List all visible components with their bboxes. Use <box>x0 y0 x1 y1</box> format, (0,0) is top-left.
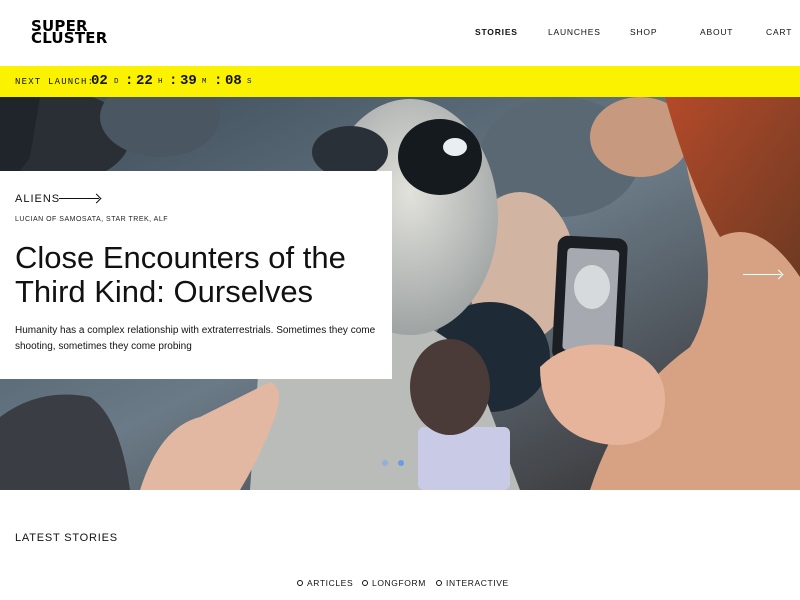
filter-label: INTERACTIVE <box>446 578 509 588</box>
filter-label: LONGFORM <box>372 578 426 588</box>
story-tags: LUCIAN OF SAMOSATA, STAR TREK, ALF <box>15 216 169 223</box>
arrow-right-icon <box>59 198 99 199</box>
countdown-days-unit: D <box>114 78 119 86</box>
countdown-separator: : <box>125 73 134 89</box>
countdown-hours-unit: H <box>158 78 163 86</box>
nav-stories[interactable]: STORIES <box>475 27 518 37</box>
countdown-separator: : <box>214 73 223 89</box>
nav-shop[interactable]: SHOP <box>630 27 657 37</box>
hero-story-card[interactable]: ALIENS LUCIAN OF SAMOSATA, STAR TREK, AL… <box>0 171 392 379</box>
countdown-days: 02 <box>91 73 108 89</box>
countdown-seconds: 08 <box>225 73 242 89</box>
countdown-seconds-unit: S <box>247 78 252 86</box>
countdown-hours: 22 <box>136 73 153 89</box>
logo-line-2: CLUSTER <box>31 29 108 47</box>
filter-longform[interactable]: LONGFORM <box>362 578 426 588</box>
filter-interactive[interactable]: INTERACTIVE <box>436 578 509 588</box>
carousel-dot-active[interactable] <box>398 460 404 466</box>
filter-label: ARTICLES <box>307 578 354 588</box>
story-title[interactable]: Close Encounters of the Third Kind: Ours… <box>15 241 375 309</box>
next-launch-label: NEXT LAUNCH: <box>15 77 95 87</box>
carousel-dot[interactable] <box>382 460 388 466</box>
filter-articles[interactable]: ARTICLES <box>297 578 353 588</box>
radio-circle-icon <box>436 580 442 586</box>
carousel-next-arrow-icon[interactable] <box>743 274 781 275</box>
site-header: SUPER CLUSTER STORIES LAUNCHES SHOP ABOU… <box>0 0 800 66</box>
story-category[interactable]: ALIENS <box>15 193 60 205</box>
hero-carousel[interactable]: ALIENS LUCIAN OF SAMOSATA, STAR TREK, AL… <box>0 97 800 490</box>
nav-about[interactable]: ABOUT <box>700 27 733 37</box>
next-launch-bar[interactable]: NEXT LAUNCH: 02 D : 22 H : 39 M : 08 S <box>0 66 800 97</box>
countdown-separator: : <box>169 73 178 89</box>
story-subtitle: Humanity has a complex relationship with… <box>15 325 376 352</box>
site-logo[interactable]: SUPER CLUSTER <box>31 19 108 47</box>
radio-circle-icon <box>362 580 368 586</box>
countdown-minutes-unit: M <box>202 78 207 86</box>
nav-cart[interactable]: CART <box>766 27 792 37</box>
countdown-minutes: 39 <box>180 73 197 89</box>
latest-stories-heading: LATEST STORIES <box>15 532 118 544</box>
nav-launches[interactable]: LAUNCHES <box>548 27 601 37</box>
radio-circle-icon <box>297 580 303 586</box>
